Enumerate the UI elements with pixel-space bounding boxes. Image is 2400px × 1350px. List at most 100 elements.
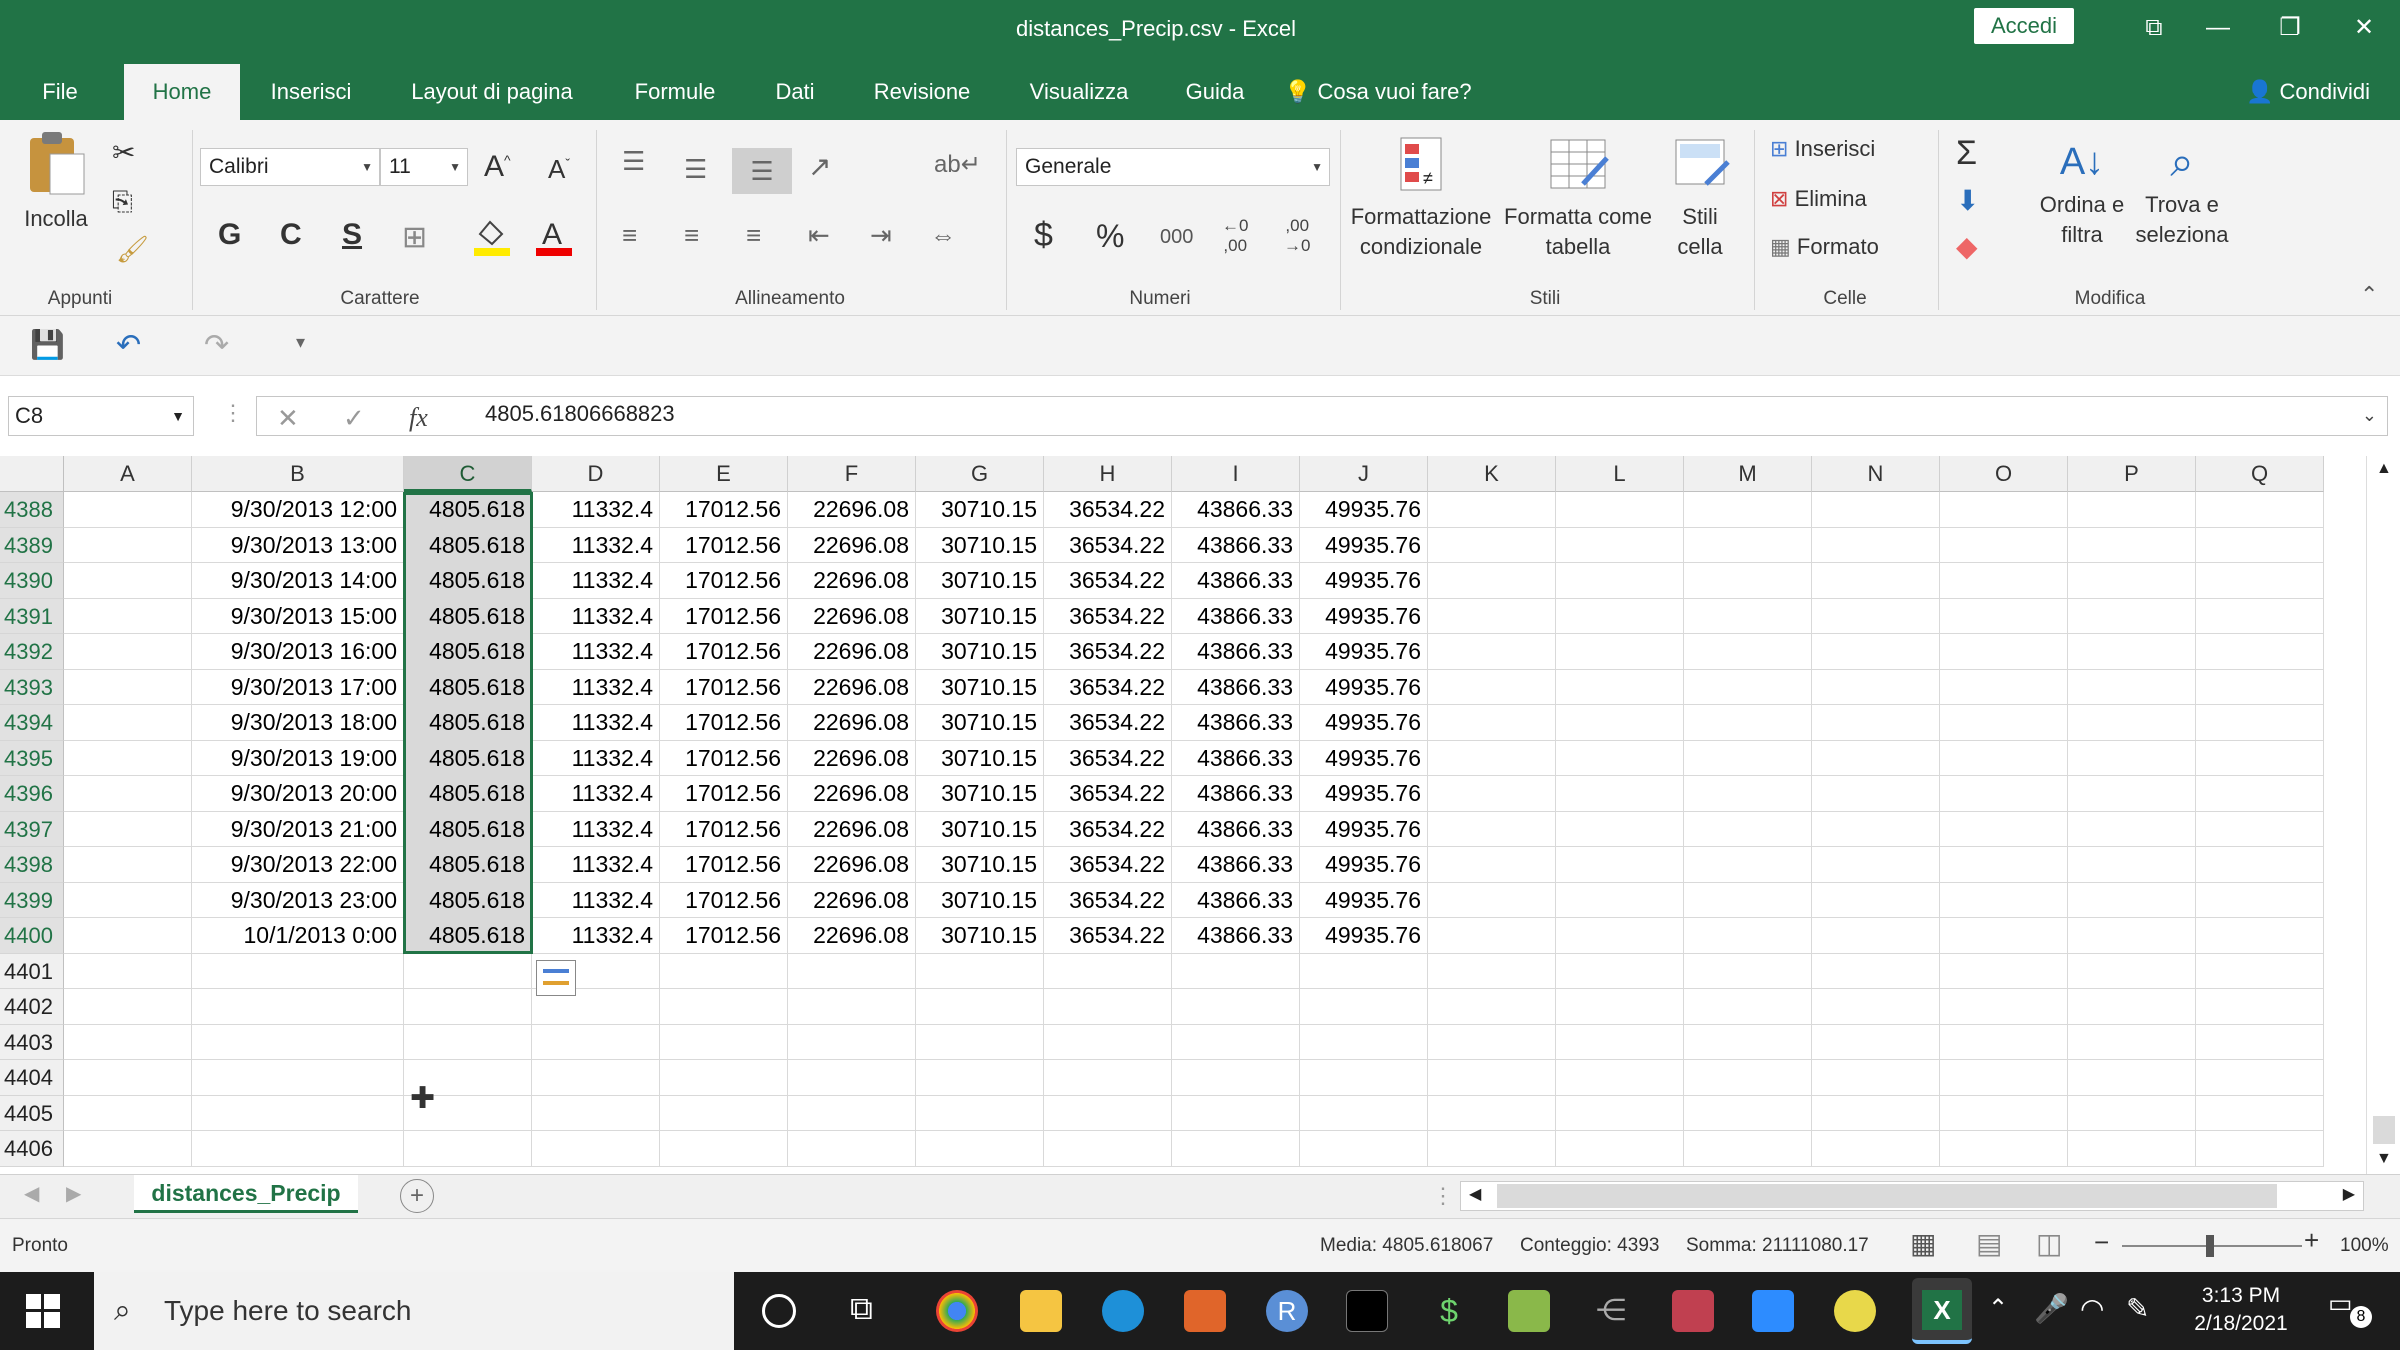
cell-m4393[interactable]	[1684, 669, 1812, 705]
cortana-icon[interactable]	[762, 1294, 796, 1328]
cell-e4395[interactable]: 17012.56	[660, 740, 788, 776]
cell-g4390[interactable]: 30710.15	[916, 563, 1044, 599]
cell-h4400[interactable]: 36534.22	[1044, 918, 1172, 954]
file-explorer-icon[interactable]	[1020, 1290, 1062, 1332]
merge-center-icon[interactable]: ⇔	[930, 220, 956, 251]
cell-e4402[interactable]	[660, 989, 788, 1025]
column-header-k[interactable]: K	[1428, 456, 1556, 492]
cell-e4400[interactable]: 17012.56	[660, 918, 788, 954]
cell-q4390[interactable]	[2196, 563, 2324, 599]
cell-m4392[interactable]	[1684, 634, 1812, 670]
cell-l4393[interactable]	[1556, 669, 1684, 705]
cell-c4398[interactable]: 4805.618	[404, 847, 532, 883]
column-header-f[interactable]: F	[788, 456, 916, 492]
cell-d4399[interactable]: 11332.4	[532, 882, 660, 918]
cell-n4400[interactable]	[1812, 918, 1940, 954]
cell-d4404[interactable]	[532, 1060, 660, 1096]
cell-h4395[interactable]: 36534.22	[1044, 740, 1172, 776]
cell-c4395[interactable]: 4805.618	[404, 740, 532, 776]
cell-p4392[interactable]	[2068, 634, 2196, 670]
cell-q4404[interactable]	[2196, 1060, 2324, 1096]
row-header[interactable]: 4397	[0, 811, 64, 847]
percent-button[interactable]: %	[1096, 218, 1124, 255]
cell-d4397[interactable]: 11332.4	[532, 811, 660, 847]
cell-i4388[interactable]: 43866.33	[1172, 492, 1300, 528]
cell-b4395[interactable]: 9/30/2013 19:00	[192, 740, 404, 776]
cell-l4391[interactable]	[1556, 598, 1684, 634]
cell-k4390[interactable]	[1428, 563, 1556, 599]
cell-q4406[interactable]	[2196, 1131, 2324, 1167]
qgis-icon[interactable]	[1834, 1290, 1876, 1332]
cell-n4388[interactable]	[1812, 492, 1940, 528]
cell-b4405[interactable]	[192, 1095, 404, 1131]
cell-n4393[interactable]	[1812, 669, 1940, 705]
paint-app-icon[interactable]	[1672, 1290, 1714, 1332]
cell-h4399[interactable]: 36534.22	[1044, 882, 1172, 918]
cell-f4389[interactable]: 22696.08	[788, 527, 916, 563]
column-header-e[interactable]: E	[660, 456, 788, 492]
cell-h4390[interactable]: 36534.22	[1044, 563, 1172, 599]
cell-a4404[interactable]	[64, 1060, 192, 1096]
cell-m4389[interactable]	[1684, 527, 1812, 563]
cell-b4392[interactable]: 9/30/2013 16:00	[192, 634, 404, 670]
find-select-button[interactable]: ⌕ Trova e seleziona	[2124, 134, 2240, 250]
cell-h4405[interactable]	[1044, 1095, 1172, 1131]
cell-q4401[interactable]	[2196, 953, 2324, 989]
cell-k4403[interactable]	[1428, 1024, 1556, 1060]
cell-c4391[interactable]: 4805.618	[404, 598, 532, 634]
cell-o4394[interactable]	[1940, 705, 2068, 741]
prev-sheet-icon[interactable]: ◀	[24, 1181, 39, 1206]
cell-h4406[interactable]	[1044, 1131, 1172, 1167]
tab-insert[interactable]: Inserisci	[256, 64, 366, 120]
cell-p4395[interactable]	[2068, 740, 2196, 776]
normal-view-icon[interactable]: ▦	[1910, 1227, 1936, 1260]
tab-split-handle[interactable]: ⋮	[1432, 1183, 1454, 1209]
cell-e4389[interactable]: 17012.56	[660, 527, 788, 563]
cell-h4391[interactable]: 36534.22	[1044, 598, 1172, 634]
cell-d4405[interactable]	[532, 1095, 660, 1131]
cell-q4394[interactable]	[2196, 705, 2324, 741]
cell-i4406[interactable]	[1172, 1131, 1300, 1167]
cell-n4397[interactable]	[1812, 811, 1940, 847]
next-sheet-icon[interactable]: ▶	[66, 1181, 81, 1206]
cell-p4393[interactable]	[2068, 669, 2196, 705]
tray-chevron-icon[interactable]: ⌃	[1988, 1294, 2008, 1323]
cell-k4388[interactable]	[1428, 492, 1556, 528]
cell-i4400[interactable]: 43866.33	[1172, 918, 1300, 954]
cell-b4406[interactable]	[192, 1131, 404, 1167]
cell-i4397[interactable]: 43866.33	[1172, 811, 1300, 847]
paste-button[interactable]: Incolla	[16, 128, 96, 232]
cell-a4405[interactable]	[64, 1095, 192, 1131]
cell-f4406[interactable]	[788, 1131, 916, 1167]
cell-h4402[interactable]	[1044, 989, 1172, 1025]
align-left-icon[interactable]: ≡	[622, 220, 637, 251]
cell-f4396[interactable]: 22696.08	[788, 776, 916, 812]
cell-m4388[interactable]	[1684, 492, 1812, 528]
align-center-icon[interactable]: ≡	[684, 220, 699, 251]
cell-f4395[interactable]: 22696.08	[788, 740, 916, 776]
tab-view[interactable]: Visualizza	[1014, 64, 1144, 120]
cell-f4388[interactable]: 22696.08	[788, 492, 916, 528]
cell-c4399[interactable]: 4805.618	[404, 882, 532, 918]
cell-d4406[interactable]	[532, 1131, 660, 1167]
cell-f4399[interactable]: 22696.08	[788, 882, 916, 918]
cell-j4406[interactable]	[1300, 1131, 1428, 1167]
cell-l4401[interactable]	[1556, 953, 1684, 989]
cell-k4400[interactable]	[1428, 918, 1556, 954]
cut-icon[interactable]: ✂	[112, 136, 135, 169]
cell-l4388[interactable]	[1556, 492, 1684, 528]
cell-b4397[interactable]: 9/30/2013 21:00	[192, 811, 404, 847]
cell-c4401[interactable]	[404, 953, 532, 989]
column-header-d[interactable]: D	[532, 456, 660, 492]
cell-m4400[interactable]	[1684, 918, 1812, 954]
row-header[interactable]: 4396	[0, 776, 64, 812]
decrease-decimal-button[interactable]: ,00 →0	[1284, 216, 1310, 256]
cell-j4397[interactable]: 49935.76	[1300, 811, 1428, 847]
cell-k4398[interactable]	[1428, 847, 1556, 883]
cell-k4389[interactable]	[1428, 527, 1556, 563]
cell-e4391[interactable]: 17012.56	[660, 598, 788, 634]
cell-o4404[interactable]	[1940, 1060, 2068, 1096]
cell-o4396[interactable]	[1940, 776, 2068, 812]
cell-b4402[interactable]	[192, 989, 404, 1025]
page-layout-view-icon[interactable]: ▤	[1976, 1227, 2002, 1260]
